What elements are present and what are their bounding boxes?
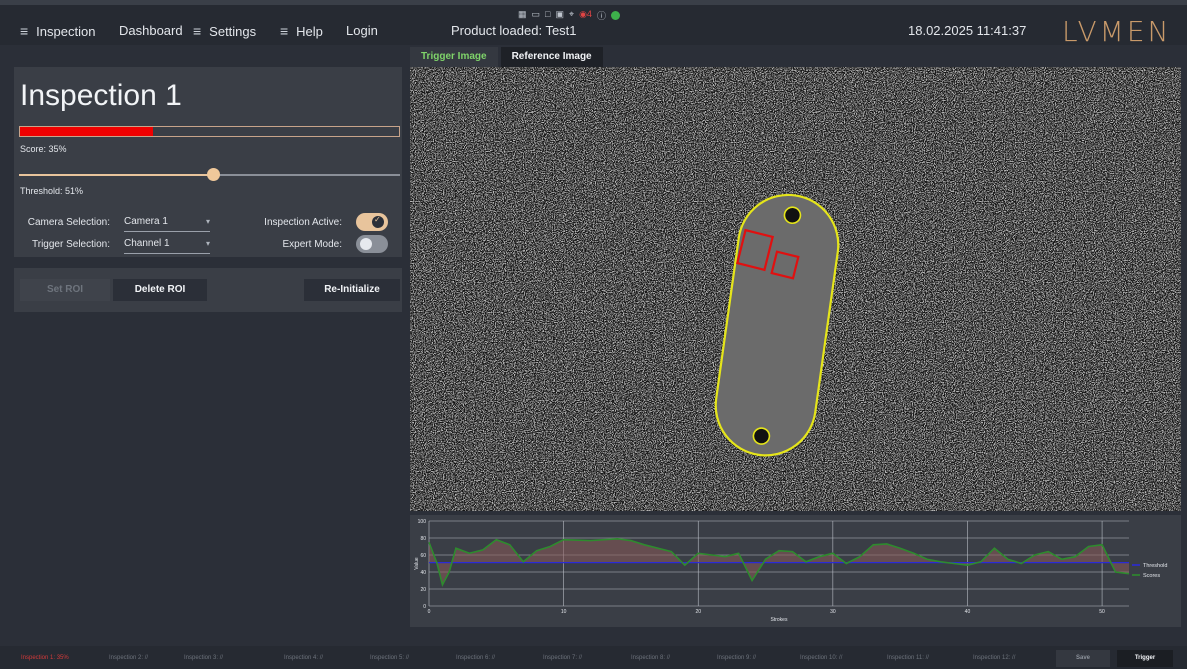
chart-plot-area [429, 521, 1129, 606]
inspection-title: Inspection 1 [20, 79, 182, 112]
tab-trigger-image[interactable]: Trigger Image [410, 47, 498, 67]
expert-mode-toggle[interactable] [356, 235, 388, 253]
check-icon: ✓ [374, 215, 381, 224]
menu-dashboard[interactable]: Dashboard [119, 23, 183, 38]
menu-help[interactable]: ≡ Help [280, 23, 323, 39]
status-inspection-2[interactable]: Inspection 2: // [109, 655, 148, 661]
score-chart-panel: 0 20 40 60 80 100 0 10 20 30 40 50 Strokes Value Thres… [410, 515, 1181, 627]
alert-icon[interactable]: ◉4 [579, 9, 592, 23]
chart-ytick-label: 100 [418, 519, 427, 525]
score-bar [19, 126, 400, 137]
status-inspection-9[interactable]: Inspection 9: // [717, 655, 756, 661]
inspection-panel: Inspection 1 Score: 35% Threshold: 51% C… [14, 67, 402, 257]
status-inspection-4[interactable]: Inspection 4: // [284, 655, 323, 661]
status-inspection-10[interactable]: Inspection 10: // [800, 655, 842, 661]
inspection-active-label: Inspection Active: [264, 217, 342, 228]
chart-legend-label-threshold: Threshold [1143, 563, 1167, 569]
chart-ytick-label: 80 [420, 536, 426, 542]
chart-ytick-label: 20 [420, 587, 426, 593]
camera-image-canvas [410, 67, 1181, 511]
hamburger-icon: ≡ [20, 23, 29, 39]
toggle-knob: ✓ [372, 215, 384, 228]
expert-mode-label: Expert Mode: [282, 239, 342, 250]
image-tabs: Trigger Image Reference Image [410, 47, 603, 67]
dropdown-caret-icon: ▾ [205, 239, 210, 248]
threshold-slider-thumb[interactable] [207, 168, 221, 181]
date-time: 18.02.2025 11:41:37 [908, 23, 1027, 38]
chart-xtick-label: 0 [428, 609, 431, 615]
alert-count: 4 [586, 9, 592, 19]
top-menu-bar: ≡ Inspection Dashboard ≡ Settings ≡ Help Lo… [0, 0, 1187, 48]
status-inspection-1[interactable]: Inspection 1: 35% [21, 655, 69, 661]
status-inspection-7[interactable]: Inspection 7: // [543, 655, 582, 661]
toggle-knob [360, 238, 372, 250]
status-inspection-11[interactable]: Inspection 11: // [887, 655, 929, 661]
settings-icon[interactable]: ⌖ [569, 9, 574, 23]
score-bar-fill [20, 127, 153, 136]
chart-ytick-label: 60 [420, 553, 426, 559]
inspection-active-toggle[interactable]: ✓ [356, 213, 388, 231]
threshold-slider[interactable] [19, 168, 400, 181]
chart-legend-label-scores: Scores [1143, 573, 1160, 579]
tab-reference-image[interactable]: Reference Image [500, 47, 603, 67]
hamburger-icon: ≡ [193, 23, 202, 39]
status-inspection-6[interactable]: Inspection 6: // [456, 655, 495, 661]
chart-xtick-label: 10 [561, 609, 567, 615]
menu-settings[interactable]: ≡ Settings [193, 23, 256, 39]
camera-select-value: Camera 1 [124, 216, 168, 227]
chart-xtick-label: 30 [830, 609, 836, 615]
menu-login[interactable]: Login [346, 23, 378, 38]
dropdown-caret-icon: ▾ [205, 217, 210, 226]
threshold-slider-fill [19, 174, 214, 176]
menu-help-label: Help [296, 24, 323, 39]
camera-icon[interactable]: ▭ [532, 9, 541, 23]
status-ok-icon[interactable] [610, 11, 620, 20]
menu-settings-label: Settings [209, 24, 257, 39]
trigger-select-value: Channel 1 [124, 238, 170, 249]
chart-xtick-label: 40 [965, 609, 971, 615]
hamburger-icon: ≡ [280, 23, 289, 39]
status-inspection-3[interactable]: Inspection 3: // [184, 655, 223, 661]
chart-ytick-label: 40 [420, 570, 426, 576]
set-roi-button[interactable]: Set ROI [20, 279, 110, 301]
score-label: Score: 35% [20, 144, 67, 154]
status-inspection-8[interactable]: Inspection 8: // [631, 655, 670, 661]
brand-logo: LVMEN [1062, 15, 1172, 48]
screenshot-icon[interactable]: ▦ [518, 9, 527, 23]
save-button[interactable]: Save [1056, 650, 1110, 667]
delete-roi-button[interactable]: Delete ROI [113, 279, 207, 301]
trigger-selection-label: Trigger Selection: [32, 239, 110, 250]
system-tray: ▦ ▭ □ ▣ ⌖ ◉4 ⓘ [518, 9, 620, 23]
chart-xtick-label: 20 [695, 609, 701, 615]
chart-xtick-label: 50 [1099, 609, 1105, 615]
menu-inspection[interactable]: ≡ Inspection [20, 23, 95, 39]
chart-ytick-label: 0 [423, 604, 426, 610]
chart-ylabel: Value [414, 557, 420, 570]
window-icon[interactable]: ▣ [555, 9, 564, 23]
trigger-button[interactable]: Trigger [1117, 650, 1173, 667]
status-bar: Inspection 1: 35% Inspection 2: // Inspe… [0, 646, 1187, 669]
info-icon[interactable]: ⓘ [597, 9, 606, 23]
score-chart: 0 20 40 60 80 100 0 10 20 30 40 50 Strokes Value Thres… [414, 519, 1167, 623]
display-icon[interactable]: □ [545, 9, 550, 23]
chart-xlabel: Strokes [771, 617, 788, 623]
threshold-label: Threshold: 51% [20, 186, 84, 196]
roi-button-panel: Set ROI Delete ROI Re-Initialize [14, 268, 402, 312]
camera-select[interactable]: Camera 1 ▾ [124, 216, 210, 232]
status-inspection-5[interactable]: Inspection 5: // [370, 655, 409, 661]
product-loaded: Product loaded: Test1 [451, 23, 577, 38]
menu-inspection-label: Inspection [36, 24, 96, 39]
trigger-select[interactable]: Channel 1 ▾ [124, 238, 210, 254]
camera-image[interactable] [410, 67, 1181, 511]
reinitialize-button[interactable]: Re-Initialize [304, 279, 400, 301]
status-inspection-12[interactable]: Inspection 12: // [973, 655, 1015, 661]
camera-selection-label: Camera Selection: [27, 217, 110, 228]
